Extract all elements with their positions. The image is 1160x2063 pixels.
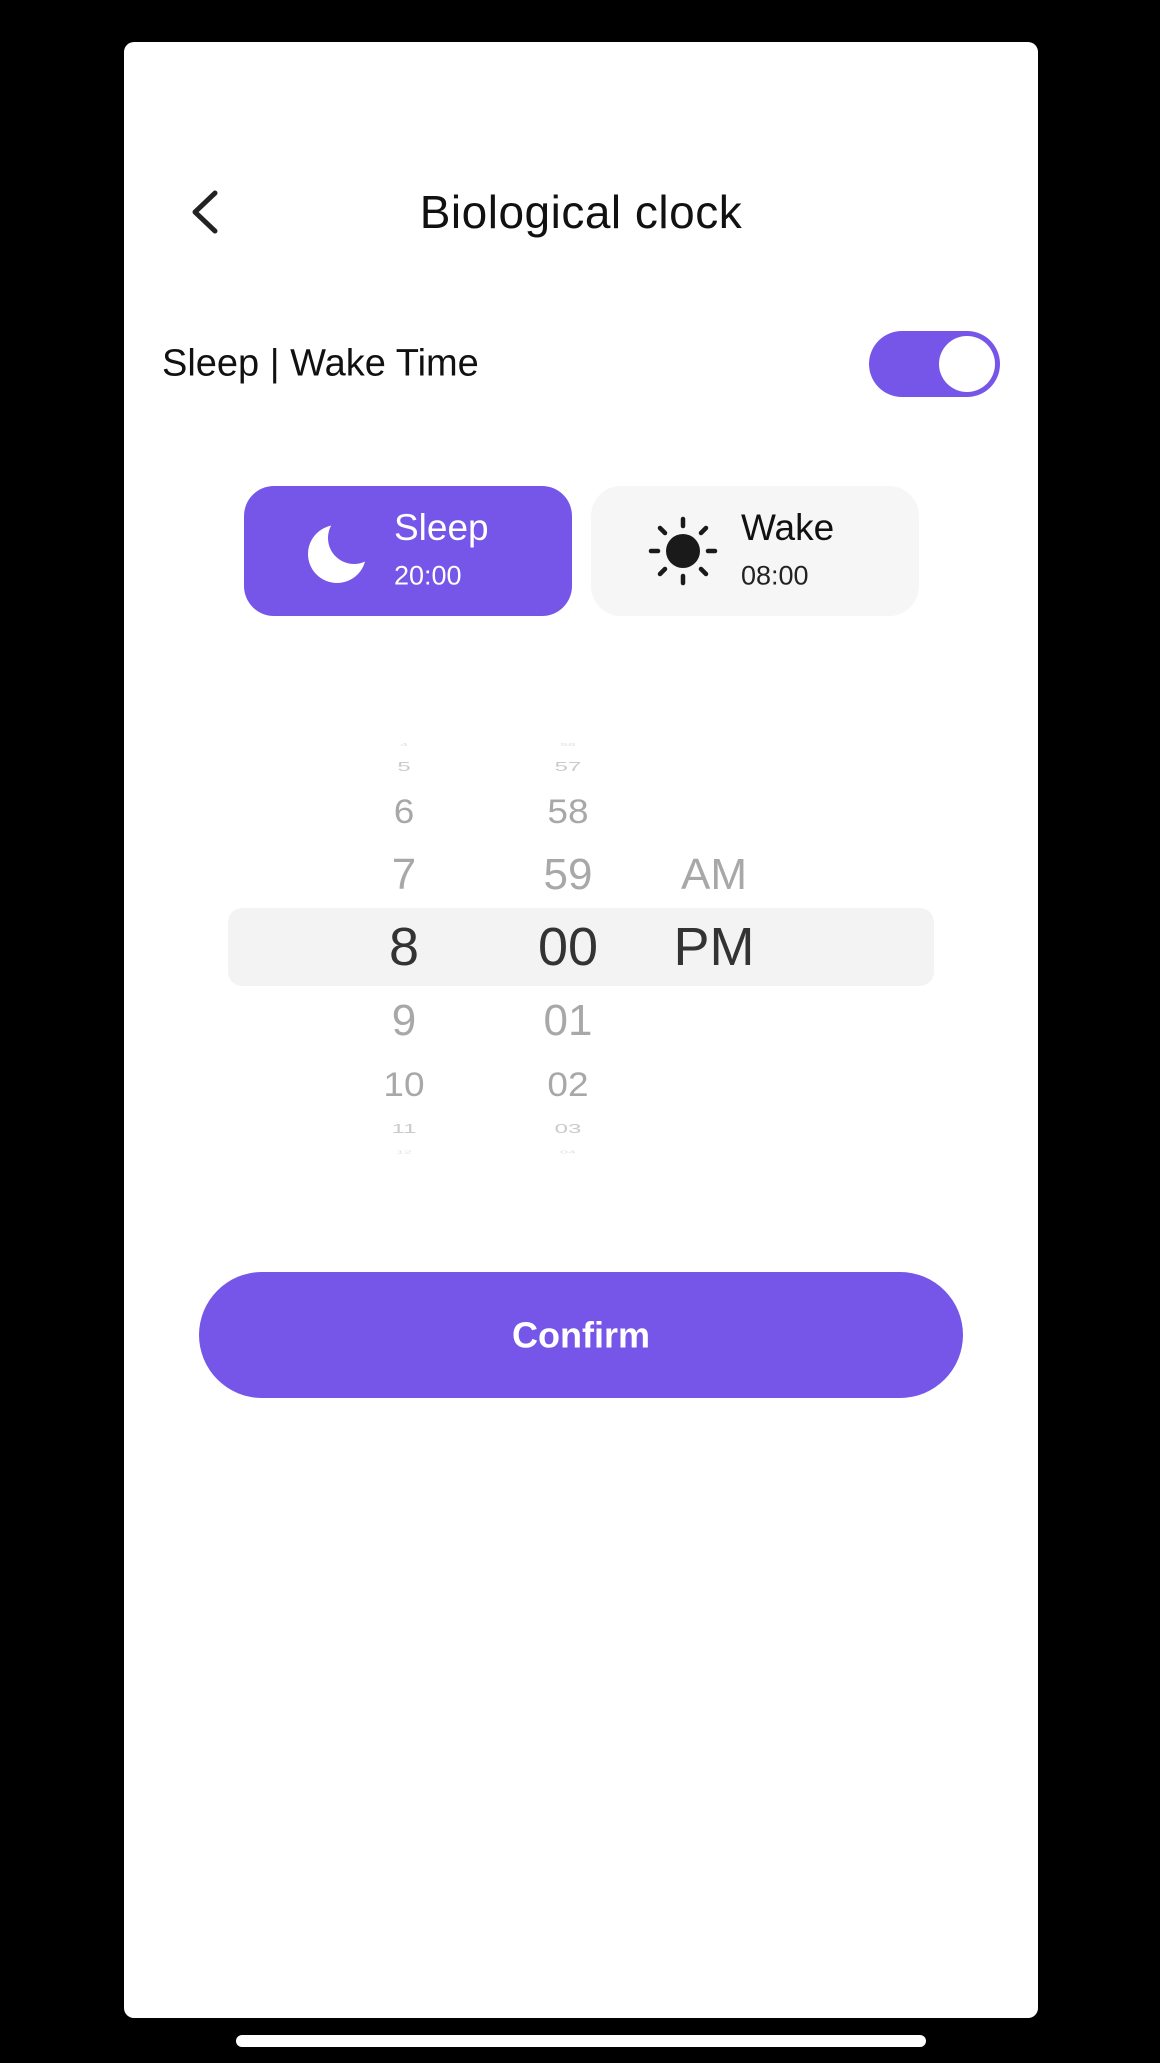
minute-wheel[interactable]: 56 57 58 59 00 01 02 03 04 bbox=[498, 732, 638, 1162]
minute-option[interactable]: 59 bbox=[498, 850, 638, 900]
minute-option[interactable]: 57 bbox=[498, 759, 638, 774]
hour-option[interactable]: 8 bbox=[334, 916, 474, 978]
wake-time: 08:00 bbox=[741, 560, 809, 591]
ampm-option[interactable]: AM bbox=[644, 850, 784, 900]
ampm-wheel[interactable]: AM PM bbox=[644, 732, 784, 1162]
wake-segment-button[interactable]: Wake 08:00 bbox=[591, 486, 919, 616]
minute-option[interactable]: 01 bbox=[498, 996, 638, 1046]
sleep-time: 20:00 bbox=[394, 560, 462, 591]
app-screen: Biological clock Sleep | Wake Time Sleep… bbox=[124, 42, 1038, 2018]
hour-option[interactable]: 10 bbox=[334, 1066, 474, 1105]
page-title: Biological clock bbox=[419, 186, 743, 238]
hour-option[interactable]: 7 bbox=[334, 850, 474, 900]
minute-option[interactable]: 56 bbox=[498, 741, 638, 747]
confirm-button[interactable]: Confirm bbox=[124, 1271, 1038, 1401]
wake-label: Wake bbox=[741, 507, 835, 548]
toggle-knob bbox=[939, 336, 995, 392]
hour-option[interactable]: 12 bbox=[334, 1149, 474, 1155]
home-indicator bbox=[236, 2035, 926, 2047]
minute-option[interactable]: 04 bbox=[498, 1149, 638, 1155]
minute-option[interactable]: 02 bbox=[498, 1066, 638, 1105]
hour-option[interactable]: 6 bbox=[334, 793, 474, 832]
hour-option[interactable]: 9 bbox=[334, 996, 474, 1046]
hour-option[interactable]: 11 bbox=[334, 1121, 474, 1136]
sleep-label: Sleep bbox=[394, 507, 489, 548]
sleep-wake-toggle-label: Sleep | Wake Time bbox=[162, 342, 479, 385]
hour-option[interactable]: 5 bbox=[334, 759, 474, 774]
sleep-wake-toggle[interactable] bbox=[869, 331, 1000, 397]
hour-option[interactable]: 4 bbox=[334, 741, 474, 747]
ampm-option[interactable]: PM bbox=[644, 916, 784, 978]
confirm-label: Confirm bbox=[512, 1315, 650, 1356]
hour-wheel[interactable]: 4 5 6 7 8 9 10 11 12 bbox=[334, 732, 474, 1162]
minute-option[interactable]: 00 bbox=[498, 916, 638, 978]
moon-icon bbox=[308, 525, 366, 583]
minute-option[interactable]: 58 bbox=[498, 793, 638, 832]
sun-icon bbox=[648, 516, 718, 586]
minute-option[interactable]: 03 bbox=[498, 1121, 638, 1136]
time-picker[interactable]: 4 5 6 7 8 9 10 11 12 56 57 58 59 00 01 02 03 04 AM PM bbox=[124, 732, 1038, 1162]
sleep-segment-button[interactable]: Sleep 20:00 bbox=[244, 486, 572, 616]
